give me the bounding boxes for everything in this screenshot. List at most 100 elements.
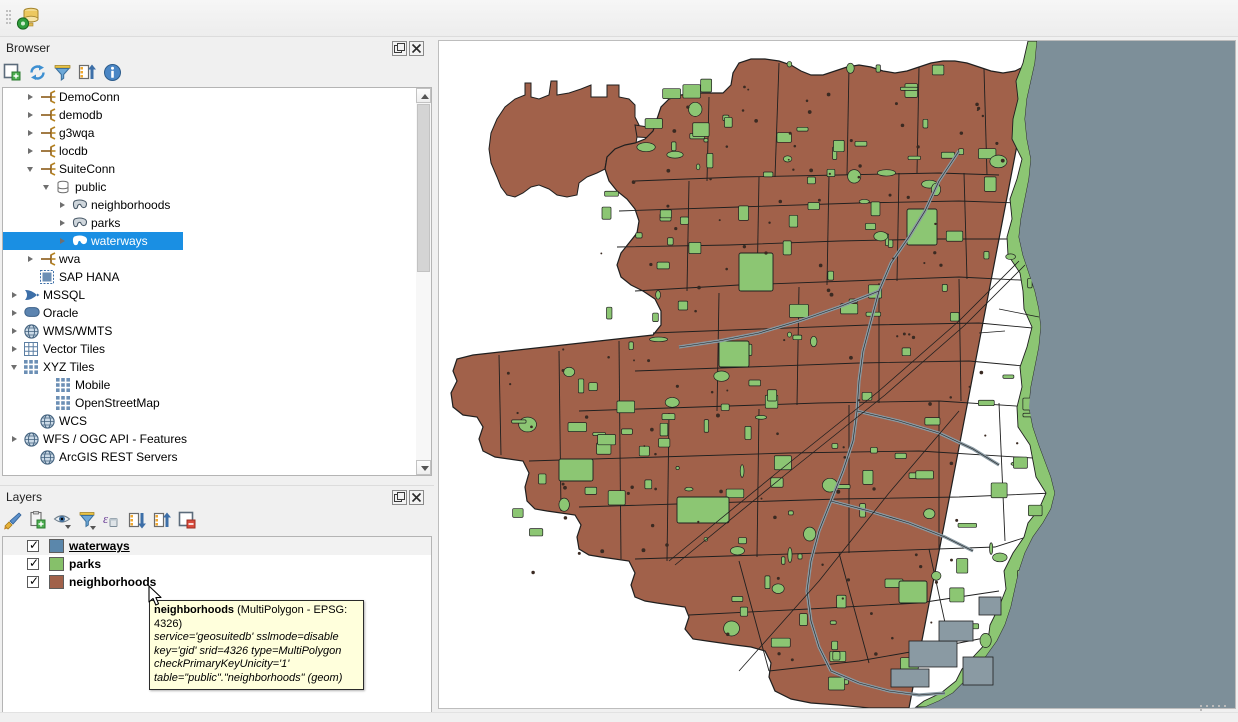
expand-arrow-icon[interactable] [7,430,23,448]
browser-item-openstreetmap[interactable]: OpenStreetMap [3,394,432,412]
layers-close-button[interactable] [409,490,424,505]
browser-item-public[interactable]: public [3,178,432,196]
expand-all-icon[interactable] [125,508,150,532]
collapse-all-icon[interactable] [75,60,100,84]
expand-arrow-icon[interactable] [23,250,39,268]
park-polygon-large [677,497,729,523]
expression-filter-icon[interactable]: ε [100,508,125,532]
layer-row-parks[interactable]: parks [3,555,431,573]
tooltip-layer-name: neighborhoods [154,604,234,616]
browser-item-demodb[interactable]: demodb [3,106,432,124]
browser-item-wfs-ogc-api-features[interactable]: WFS / OGC API - Features [3,430,432,448]
add-group-icon[interactable] [25,508,50,532]
expand-arrow-icon[interactable] [55,232,71,250]
map-point-feature [607,356,610,359]
collapse-all-icon[interactable] [150,508,175,532]
browser-float-button[interactable] [392,41,407,56]
expand-arrow-icon[interactable] [7,322,23,340]
park-polygon [689,102,702,116]
map-resize-grip[interactable] [1200,703,1234,708]
map-point-feature [891,637,894,640]
map-point-feature [562,483,565,486]
collapse-arrow-icon[interactable] [7,358,23,376]
browser-item-wms-wmts[interactable]: WMS/WMTS [3,322,432,340]
collapse-arrow-icon[interactable] [23,160,39,178]
open-layer-styling-icon[interactable] [0,508,25,532]
map-point-feature [809,169,813,173]
browser-item-waterways[interactable]: waterways [3,232,183,250]
browser-item-sap-hana[interactable]: SAP HANA [3,268,432,286]
map-canvas[interactable] [438,40,1236,709]
browser-item-label: SAP HANA [59,268,119,286]
scroll-up-button[interactable] [416,88,431,103]
park-polygon [739,206,749,221]
layer-row-waterways[interactable]: waterways [3,537,431,555]
browser-item-g3wqa[interactable]: g3wqa [3,124,432,142]
browser-scrollbar[interactable] [416,87,432,476]
browser-item-parks[interactable]: parks [3,214,432,232]
browser-item-mssql[interactable]: MSSQL [3,286,432,304]
map-point-feature [654,453,657,456]
filter-legend-icon[interactable] [75,508,100,532]
expand-arrow-icon[interactable] [7,304,23,322]
browser-item-wcs[interactable]: WCS [3,412,432,430]
park-polygon [745,426,751,439]
park-polygon [726,489,744,498]
scroll-down-button[interactable] [416,460,431,475]
browser-item-xyz-tiles[interactable]: XYZ Tiles [3,358,432,376]
park-polygon [942,284,947,291]
filter-icon[interactable] [50,60,75,84]
browser-item-vector-tiles[interactable]: Vector Tiles [3,340,432,358]
map-point-feature [632,180,636,184]
layer-row-neighborhoods[interactable]: neighborhoods [3,573,431,591]
browser-item-locdb[interactable]: locdb [3,142,432,160]
park-polygon [957,559,968,573]
expand-arrow-icon[interactable] [23,124,39,142]
mssql-icon [23,286,43,304]
park-polygon [810,336,817,346]
browser-tree[interactable]: DemoConndemodbg3wqalocdbSuiteConnpublicn… [2,87,432,476]
browser-close-button[interactable] [409,41,424,56]
properties-info-icon[interactable] [100,60,125,84]
browser-item-neighborhoods[interactable]: neighborhoods [3,196,432,214]
layer-visibility-checkbox[interactable] [27,540,39,552]
park-polygon [787,61,792,67]
browser-item-arcgis-rest-servers[interactable]: ArcGIS REST Servers [3,448,432,466]
map-point-feature [827,288,831,292]
browser-item-suiteconn[interactable]: SuiteConn [3,160,432,178]
expand-arrow-icon[interactable] [23,142,39,160]
add-postgis-layer-button[interactable] [14,4,44,34]
expand-arrow-icon[interactable] [55,214,71,232]
browser-item-label: demodb [59,106,102,124]
collapse-arrow-icon[interactable] [39,178,55,196]
xyz-tiles-icon [55,376,75,394]
manage-visibility-icon[interactable] [50,508,75,532]
layer-visibility-checkbox[interactable] [27,558,39,570]
layers-float-button[interactable] [392,490,407,505]
park-polygon [990,543,993,555]
park-polygon [932,572,941,581]
expand-arrow-icon[interactable] [23,106,39,124]
browser-item-mobile[interactable]: Mobile [3,376,432,394]
layer-visibility-checkbox[interactable] [27,576,39,588]
expand-arrow-icon[interactable] [7,340,23,358]
refresh-icon[interactable] [25,60,50,84]
map-point-feature [912,336,915,339]
browser-item-oracle[interactable]: Oracle [3,304,432,322]
main-toolbar [0,0,1238,37]
add-selected-layers-icon[interactable] [0,60,25,84]
map-point-feature [935,581,938,584]
map-point-feature [647,359,650,362]
arcgis-globe-icon [39,448,59,466]
expand-arrow-icon[interactable] [55,196,71,214]
map-point-feature [507,372,510,375]
scrollbar-thumb[interactable] [417,104,430,272]
toolbar-drag-handle[interactable] [6,8,11,28]
expand-arrow-icon[interactable] [7,286,23,304]
browser-item-democonn[interactable]: DemoConn [3,88,432,106]
park-polygon [832,641,838,650]
expand-arrow-icon[interactable] [23,88,39,106]
park-polygon [941,152,954,158]
browser-item-wva[interactable]: wva [3,250,432,268]
remove-layer-icon[interactable] [175,508,200,532]
